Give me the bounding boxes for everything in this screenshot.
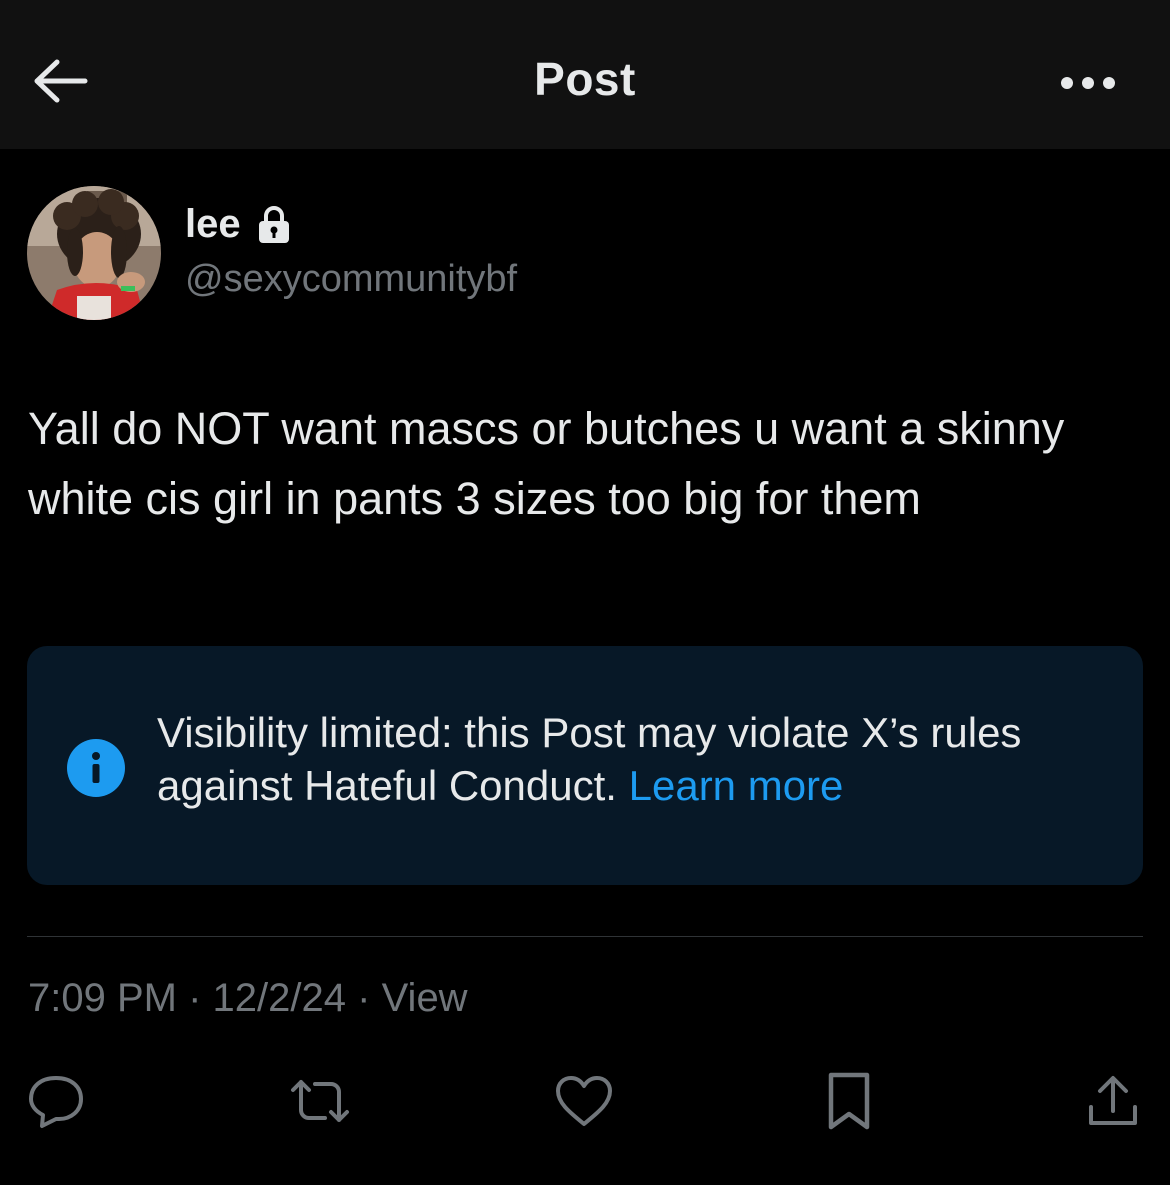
display-name[interactable]: lee: [185, 202, 291, 247]
top-bar: Post: [0, 0, 1170, 149]
share-button[interactable]: [1080, 1068, 1146, 1134]
views-link[interactable]: View: [382, 976, 468, 1020]
more-options-button[interactable]: [1050, 60, 1126, 106]
post-metadata: 7:09 PM · 12/2/24 · View: [28, 976, 468, 1021]
avatar[interactable]: [27, 186, 161, 320]
bookmark-icon: [826, 1071, 872, 1131]
learn-more-link[interactable]: Learn more: [629, 762, 844, 809]
post-text: Yall do NOT want mascs or butches u want…: [28, 403, 1065, 524]
bookmark-button[interactable]: [816, 1068, 882, 1134]
repost-button[interactable]: [287, 1068, 353, 1134]
like-button[interactable]: [551, 1068, 617, 1134]
more-horizontal-icon: [1059, 75, 1117, 91]
like-icon: [554, 1074, 614, 1128]
divider: [27, 936, 1143, 937]
notice-message: Visibility limited: this Post may violat…: [157, 709, 1022, 809]
reply-icon: [26, 1073, 86, 1129]
share-icon: [1086, 1073, 1140, 1129]
reply-button[interactable]: [23, 1068, 89, 1134]
meta-separator: ·: [357, 976, 371, 1020]
post-time: 7:09 PM: [28, 976, 177, 1020]
post-date: 12/2/24: [212, 976, 347, 1020]
meta-separator: ·: [188, 976, 202, 1020]
lock-icon: [257, 205, 291, 245]
user-handle[interactable]: @sexycommunitybf: [185, 258, 517, 301]
notice-text: Visibility limited: this Post may violat…: [157, 706, 1117, 812]
visibility-notice: Visibility limited: this Post may violat…: [27, 646, 1143, 885]
repost-icon: [287, 1076, 353, 1126]
page-title: Post: [534, 53, 636, 105]
info-icon: [67, 739, 125, 797]
display-name-text: lee: [185, 202, 241, 246]
